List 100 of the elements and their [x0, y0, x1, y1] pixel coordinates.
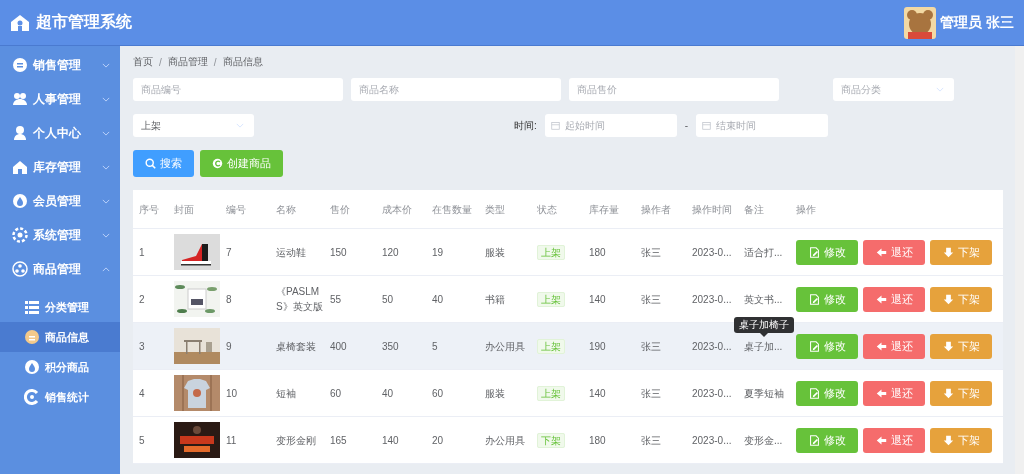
- chevron-icon: [102, 96, 110, 102]
- breadcrumb-item[interactable]: 商品管理: [167, 55, 208, 69]
- off-button[interactable]: 下架: [930, 380, 992, 406]
- table-cell-text: 2023-0...: [691, 339, 733, 354]
- status-tag: 上架: [537, 385, 565, 401]
- table-cell-text: 190: [588, 339, 607, 354]
- edit-button[interactable]: 修改: [796, 427, 858, 453]
- chevron-icon: [102, 198, 110, 204]
- off-button[interactable]: 下架: [930, 286, 992, 312]
- edit-icon: [808, 387, 820, 399]
- table-cell-text: 张三: [640, 292, 662, 307]
- sidebar-item[interactable]: 销售管理: [0, 48, 120, 82]
- return-button[interactable]: 退还: [863, 239, 925, 265]
- table-cell-text: 55: [329, 292, 343, 307]
- avatar-icon[interactable]: [904, 6, 937, 39]
- house-icon: [10, 13, 30, 32]
- table-cell-text: 60: [329, 386, 343, 401]
- table-cell-text: 5: [431, 339, 439, 354]
- sidebar-subitem[interactable]: 销售统计: [0, 382, 120, 412]
- people-icon: [12, 91, 28, 107]
- off-button[interactable]: 下架: [930, 239, 992, 265]
- table-cell: 桌子加...: [744, 340, 783, 352]
- price-field[interactable]: 商品售价: [569, 78, 779, 101]
- table-cell-text: 19: [431, 245, 445, 260]
- table-cell-text: 40: [381, 386, 395, 401]
- edit-button[interactable]: 修改: [796, 380, 858, 406]
- down-arrow-icon: [942, 246, 954, 258]
- chevron-icon: [102, 130, 110, 136]
- table-cell-text: 60: [431, 386, 445, 401]
- table-cell-text: 张三: [640, 433, 662, 448]
- table-cell-text: 变形金刚: [275, 433, 317, 448]
- return-button[interactable]: 退还: [863, 286, 925, 312]
- return-button[interactable]: 退还: [863, 333, 925, 359]
- off-button[interactable]: 下架: [930, 427, 992, 453]
- edit-button[interactable]: 修改: [796, 333, 858, 359]
- sidebar-subitem[interactable]: 分类管理: [0, 292, 120, 322]
- table-cell-text: 165: [329, 433, 348, 448]
- table-cell-text: 张三: [640, 386, 662, 401]
- column-header: 封面: [173, 202, 195, 217]
- column-header: 名称: [275, 202, 297, 217]
- sidebar-item[interactable]: 商品管理: [0, 252, 120, 286]
- table-cell-text: 3: [138, 339, 146, 354]
- table-cell-text: 办公用具: [484, 339, 526, 354]
- return-button[interactable]: 退还: [863, 427, 925, 453]
- person-icon: [12, 125, 28, 141]
- user-name[interactable]: 管理员 张三: [940, 13, 1014, 32]
- column-header: 在售数量: [431, 202, 473, 217]
- table-cell-text: 书籍: [484, 292, 506, 307]
- chevron-icon: [102, 164, 110, 170]
- table-cell: 变形金...: [744, 434, 783, 446]
- breadcrumb-item[interactable]: 商品信息: [222, 55, 263, 69]
- sidebar-subitem[interactable]: 积分商品: [0, 352, 120, 382]
- sidebar-subitem[interactable]: 商品信息: [0, 322, 120, 352]
- breadcrumb-separator: /: [213, 56, 217, 68]
- edit-button[interactable]: 修改: [796, 239, 858, 265]
- column-header: 售价: [329, 202, 351, 217]
- sidebar-item[interactable]: 个人中心: [0, 116, 120, 150]
- column-header: 操作者: [640, 202, 672, 217]
- breadcrumb-item[interactable]: 首页: [133, 55, 153, 69]
- create-button[interactable]: 创建商品: [200, 150, 283, 177]
- column-header: 编号: [225, 202, 247, 217]
- code-field[interactable]: 商品编号: [133, 78, 343, 101]
- return-button[interactable]: 退还: [863, 380, 925, 406]
- search-button[interactable]: 搜索: [133, 150, 194, 177]
- edit-button[interactable]: 修改: [796, 286, 858, 312]
- table-cell: 夏季短袖: [744, 387, 784, 399]
- drop-icon: [24, 359, 40, 375]
- sidebar-item[interactable]: 库存管理: [0, 150, 120, 184]
- table-cell-text: 180: [588, 433, 607, 448]
- sidebar-item[interactable]: 会员管理: [0, 184, 120, 218]
- table-cell-text: 运动鞋: [275, 245, 307, 260]
- back-arrow-icon: [875, 293, 887, 305]
- table-cell-text: 2023-0...: [691, 386, 733, 401]
- category-select[interactable]: 商品分类: [833, 78, 954, 101]
- nodes-icon: [12, 261, 28, 277]
- back-arrow-icon: [875, 246, 887, 258]
- table-cell-text: 2: [138, 292, 146, 307]
- gear-icon: [12, 227, 28, 243]
- column-header: 序号: [138, 202, 160, 217]
- sidebar-item[interactable]: 人事管理: [0, 82, 120, 116]
- name-field[interactable]: 商品名称: [351, 78, 561, 101]
- column-header: 操作时间: [691, 202, 733, 217]
- column-header: 状态: [536, 202, 558, 217]
- column-header: 备注: [743, 202, 765, 217]
- edit-icon: [808, 246, 820, 258]
- chevron-icon: [102, 266, 110, 272]
- sidebar-item[interactable]: 系统管理: [0, 218, 120, 252]
- table-cell-text: 2023-0...: [691, 433, 733, 448]
- table-cell: 英文书...: [744, 293, 783, 305]
- table-cell-text: 150: [329, 245, 348, 260]
- table-cell-text: 350: [381, 339, 400, 354]
- table-cell-text: 50: [381, 292, 395, 307]
- off-button[interactable]: 下架: [930, 333, 992, 359]
- start-date-field[interactable]: 起始时间: [544, 114, 677, 137]
- table-cell-text: 10: [225, 386, 239, 401]
- drop-icon: [12, 193, 28, 209]
- table-cell-text: 140: [588, 386, 607, 401]
- end-date-field[interactable]: 结束时间: [696, 114, 828, 137]
- time-label: 时间:: [513, 118, 537, 133]
- status-select[interactable]: 上架: [133, 114, 254, 137]
